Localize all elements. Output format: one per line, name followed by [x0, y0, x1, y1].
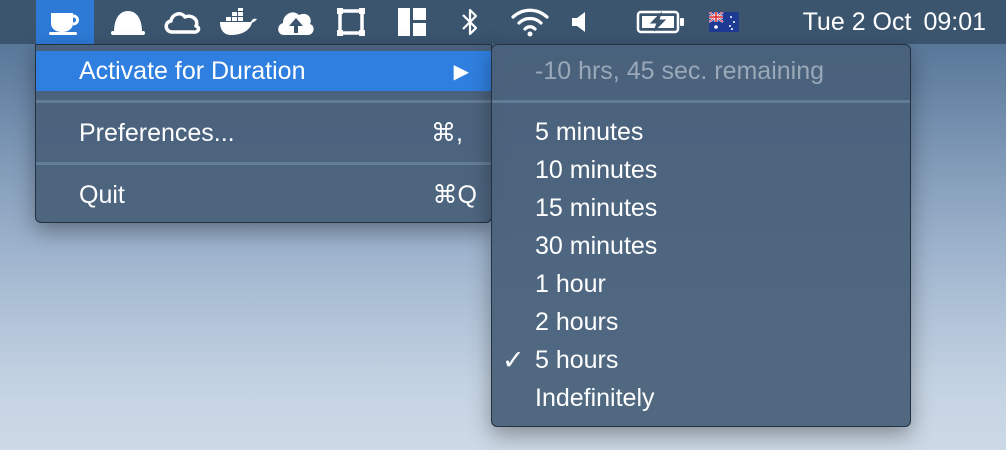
status-item-bluetooth[interactable] [454, 0, 486, 44]
duration-option-label: Indefinitely [535, 383, 655, 412]
duration-option-5-hours[interactable]: ✓ 5 hours [492, 341, 910, 379]
status-item-frame[interactable] [334, 0, 368, 44]
menu-item-label: Activate for Duration [79, 56, 306, 85]
duration-option-label: 2 hours [535, 307, 619, 336]
status-item-volume[interactable] [568, 0, 592, 44]
duration-option-label: 15 minutes [535, 193, 658, 222]
duration-option-30-minutes[interactable]: 30 minutes [492, 227, 910, 265]
bell-dome-icon [111, 11, 145, 35]
menu-item-shortcut: ⌘Q [432, 181, 477, 209]
creative-cloud-icon [164, 12, 201, 34]
duration-option-label: 5 hours [535, 345, 619, 374]
duration-submenu: -10 hrs, 45 sec. remaining 5 minutes 10 … [491, 44, 911, 427]
status-item-cloud-upload[interactable] [274, 0, 318, 44]
checkmark-icon: ✓ [502, 344, 525, 375]
docker-whale-icon [220, 8, 257, 35]
menu-item-activate-for-duration[interactable]: Activate for Duration ▶ [36, 51, 491, 91]
menu-item-shortcut: ⌘, [431, 119, 463, 147]
menu-item-quit[interactable]: Quit ⌘Q [36, 175, 491, 215]
status-item-bell[interactable] [104, 0, 152, 44]
caffeine-menu: Activate for Duration ▶ Preferences... ⌘… [35, 44, 492, 223]
cloud-upload-icon [278, 12, 314, 35]
menu-bar: Tue 2 Oct 09:01 [0, 0, 1006, 44]
menu-item-preferences[interactable]: Preferences... ⌘, [36, 113, 491, 153]
coffee-cup-icon [49, 13, 79, 35]
remaining-time-status: -10 hrs, 45 sec. remaining [492, 51, 910, 91]
menu-separator [36, 162, 491, 165]
status-item-wifi[interactable] [506, 0, 554, 44]
duration-option-indefinitely[interactable]: Indefinitely [492, 379, 910, 417]
clock-time: 09:01 [923, 7, 986, 36]
status-item-input-source[interactable] [706, 0, 742, 44]
duration-option-15-minutes[interactable]: 15 minutes [492, 189, 910, 227]
duration-option-1-hour[interactable]: 1 hour [492, 265, 910, 303]
status-item-layout[interactable] [394, 0, 430, 44]
battery-charging-icon [636, 10, 684, 34]
status-item-docker[interactable] [216, 0, 260, 44]
menu-separator [36, 100, 491, 103]
menu-separator [492, 100, 910, 103]
duration-option-label: 1 hour [535, 269, 606, 298]
window-layout-icon [398, 8, 426, 36]
duration-option-5-minutes[interactable]: 5 minutes [492, 113, 910, 151]
status-item-battery[interactable] [634, 0, 688, 44]
square-frame-icon [337, 8, 365, 36]
duration-option-2-hours[interactable]: 2 hours [492, 303, 910, 341]
volume-icon [572, 12, 585, 32]
menu-bar-clock[interactable]: Tue 2 Oct 09:01 [803, 0, 986, 44]
remaining-time-label: -10 hrs, 45 sec. remaining [535, 56, 825, 85]
bluetooth-icon [462, 8, 478, 36]
status-item-creative-cloud[interactable] [160, 0, 204, 44]
menu-item-label: Quit [79, 180, 125, 209]
submenu-arrow-icon: ▶ [453, 60, 469, 83]
duration-option-10-minutes[interactable]: 10 minutes [492, 151, 910, 189]
wifi-icon [511, 8, 549, 37]
menu-item-label: Preferences... [79, 118, 235, 147]
duration-option-label: 5 minutes [535, 117, 644, 146]
caffeine-status-item[interactable] [36, 0, 94, 44]
clock-date: Tue 2 Oct [802, 7, 912, 36]
duration-option-label: 30 minutes [535, 231, 658, 260]
duration-option-label: 10 minutes [535, 155, 658, 184]
australia-flag-icon [709, 12, 739, 32]
